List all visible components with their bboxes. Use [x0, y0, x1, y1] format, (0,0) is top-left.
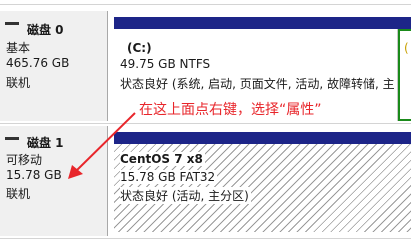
partition-c-name: (C:)	[127, 41, 152, 55]
row-divider-middle	[0, 123, 411, 124]
disk-1-title: 磁盘 1	[27, 136, 64, 150]
disk-0-partition-bar	[114, 17, 398, 29]
disk-1-status: 联机	[6, 187, 31, 201]
partition-c-info: 49.75 GB NTFS	[120, 57, 211, 71]
disk-0-label[interactable]: 磁盘 0 基本 465.76 GB 联机	[0, 11, 108, 121]
next-partition-bar	[398, 17, 411, 29]
partition-centos-status: 状态良好 (活动, 主分区)	[120, 187, 251, 204]
partition-centos-name: CentOS 7 x8	[120, 152, 205, 166]
partition-centos[interactable]: CentOS 7 x8 15.78 GB FAT32 状态良好 (活动, 主分区…	[114, 144, 411, 232]
disk-icon	[5, 22, 19, 25]
partition-c-status: 状态良好 (系统, 启动, 页面文件, 活动, 故障转储, 主	[120, 77, 395, 91]
next-partition-label: (	[404, 41, 409, 55]
disk-1-partition-bar	[114, 132, 411, 144]
row-divider-bottom	[0, 238, 411, 239]
disk-1-size: 15.78 GB	[6, 168, 62, 182]
next-partition-selected[interactable]: (	[398, 29, 411, 121]
disk-0-title: 磁盘 0	[27, 23, 64, 37]
row-divider-top	[0, 4, 411, 5]
disk-0-type: 基本	[6, 41, 31, 55]
disk-1-type: 可移动	[6, 153, 43, 167]
annotation-text: 在这上面点右键，选择“属性”	[139, 102, 322, 118]
disk-icon	[5, 137, 19, 140]
partition-centos-info: 15.78 GB FAT32	[120, 170, 218, 184]
disk-1-label[interactable]: 磁盘 1 可移动 15.78 GB 联机	[0, 126, 108, 236]
disk-0-size: 465.76 GB	[6, 56, 70, 70]
disk-0-status: 联机	[6, 76, 31, 90]
